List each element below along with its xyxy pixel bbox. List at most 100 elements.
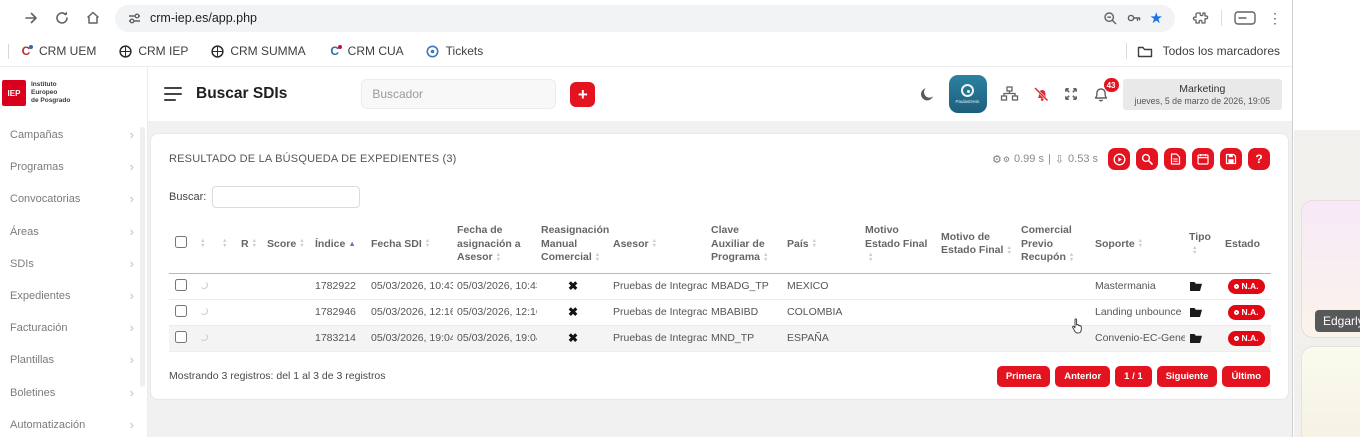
col-score[interactable]: Score xyxy=(263,218,311,273)
col-reasignacion[interactable]: Reasignación Manual Comercial xyxy=(537,218,609,273)
forward-icon[interactable] xyxy=(22,9,40,27)
side-panel: Edgarly xyxy=(1292,0,1360,437)
col-comercial-previo[interactable]: Comercial Previo Recupón xyxy=(1017,218,1091,273)
pending-status-icon xyxy=(200,333,208,341)
pagination-next-button[interactable]: Siguiente xyxy=(1157,366,1218,387)
chevron-right-icon xyxy=(130,190,134,208)
sidebar-item-programas[interactable]: Programas xyxy=(0,151,147,183)
col-soporte[interactable]: Soporte xyxy=(1091,218,1185,273)
bookmark-crm-iep[interactable]: CRM IEP xyxy=(118,44,188,58)
col-asesor[interactable]: Asesor xyxy=(609,218,707,273)
bookmark-star-icon[interactable]: ★ xyxy=(1150,9,1163,27)
profile-card-icon[interactable] xyxy=(1234,11,1256,25)
search-button[interactable] xyxy=(1136,148,1158,170)
sort-icon[interactable] xyxy=(200,239,205,249)
pagination-last-button[interactable]: Último xyxy=(1222,366,1270,387)
notifications-muted-icon[interactable] xyxy=(1032,86,1050,102)
col-motivo-de-estado[interactable]: Motivo de Estado Final xyxy=(937,218,1017,273)
pagination-first-button[interactable]: Primera xyxy=(997,366,1050,387)
open-folder-icon[interactable] xyxy=(1189,280,1217,292)
chevron-right-icon xyxy=(130,384,134,402)
indice-cell: 1782922 xyxy=(311,273,367,299)
url-text[interactable]: crm-iep.es/app.php xyxy=(150,11,257,25)
sort-icon xyxy=(425,239,430,249)
table-row[interactable]: 1782946 05/03/2026, 12:16 05/03/2026, 12… xyxy=(169,299,1271,325)
run-query-button[interactable] xyxy=(1108,148,1130,170)
iep-logo-mark: IEP xyxy=(2,80,26,106)
sidebar-item-campanas[interactable]: Campañas xyxy=(0,119,147,151)
side-card[interactable] xyxy=(1301,346,1360,437)
sidebar-item-automatizacion[interactable]: Automatización xyxy=(0,409,147,437)
pagination-current-page[interactable]: 1 / 1 xyxy=(1115,366,1152,387)
open-folder-icon[interactable] xyxy=(1189,332,1217,344)
sidebar-item-plantillas[interactable]: Plantillas xyxy=(0,344,147,376)
col-estado[interactable]: Estado xyxy=(1221,218,1271,273)
add-button[interactable]: + xyxy=(570,82,595,107)
bookmark-tickets[interactable]: Tickets xyxy=(426,44,484,58)
col-tipo[interactable]: Tipo xyxy=(1185,218,1221,273)
reload-icon[interactable] xyxy=(53,9,71,27)
chevron-right-icon xyxy=(130,158,134,176)
row-checkbox[interactable] xyxy=(175,331,187,343)
col-indice[interactable]: Índice▲ xyxy=(311,218,367,273)
sidebar-item-convocatorias[interactable]: Convocatorias xyxy=(0,183,147,215)
pagination-previous-button[interactable]: Anterior xyxy=(1055,366,1110,387)
sort-icon xyxy=(1138,239,1143,249)
results-filter-input[interactable] xyxy=(212,186,360,208)
col-motivo-estado[interactable]: Motivo Estado Final xyxy=(861,218,937,273)
site-settings-icon[interactable] xyxy=(127,11,142,26)
results-table: R Score Índice▲ Fecha SDI Fecha de asign… xyxy=(169,218,1271,352)
estado-badge[interactable]: N.A. xyxy=(1228,279,1265,294)
app-region: IEP Instituto Europeo de Posgrado Campañ… xyxy=(0,67,1292,437)
x-mark-icon: ✖ xyxy=(568,305,578,319)
col-pais[interactable]: País xyxy=(783,218,861,273)
open-folder-icon[interactable] xyxy=(1189,306,1217,318)
extensions-icon[interactable] xyxy=(1192,10,1209,27)
address-bar[interactable]: crm-iep.es/app.php ★ xyxy=(115,5,1175,32)
paulasdesk-app-icon[interactable]: PaulasDesk xyxy=(949,75,987,113)
help-button[interactable]: ? xyxy=(1248,148,1270,170)
crm-cua-favicon: C xyxy=(328,44,342,58)
record-dot-icon xyxy=(1234,284,1239,289)
sidebar-item-areas[interactable]: Áreas xyxy=(0,216,147,248)
select-all-checkbox[interactable] xyxy=(175,236,187,248)
calendar-button[interactable] xyxy=(1192,148,1214,170)
bookmark-crm-summa[interactable]: CRM SUMMA xyxy=(210,44,305,58)
row-checkbox[interactable] xyxy=(175,305,187,317)
col-r[interactable]: R xyxy=(237,218,263,273)
fullscreen-expand-icon[interactable] xyxy=(1063,86,1079,102)
sidebar-scrollbar[interactable] xyxy=(140,127,145,387)
x-mark-icon: ✖ xyxy=(568,331,578,345)
table-row[interactable]: 1783214 05/03/2026, 19:04 05/03/2026, 19… xyxy=(169,325,1271,351)
bookmark-crm-cua[interactable]: C CRM CUA xyxy=(328,44,404,58)
sidebar-item-boletines[interactable]: Boletines xyxy=(0,377,147,409)
sidebar-item-expedientes[interactable]: Expedientes xyxy=(0,280,147,312)
row-checkbox[interactable] xyxy=(175,279,187,291)
browser-menu-icon[interactable]: ⋮ xyxy=(1268,16,1282,21)
zoom-out-icon[interactable] xyxy=(1103,11,1118,26)
app-logo[interactable]: IEP Instituto Europeo de Posgrado xyxy=(0,67,147,119)
col-fecha-sdi[interactable]: Fecha SDI xyxy=(367,218,453,273)
sitemap-icon[interactable] xyxy=(1000,86,1019,102)
dark-mode-moon-icon[interactable] xyxy=(919,86,936,103)
save-button[interactable] xyxy=(1220,148,1242,170)
menu-toggle-icon[interactable] xyxy=(164,87,182,101)
col-fecha-asignacion[interactable]: Fecha de asignación a Asesor xyxy=(453,218,537,273)
password-key-icon[interactable] xyxy=(1126,10,1142,26)
global-search-input[interactable] xyxy=(361,79,556,109)
col-clave-auxiliar[interactable]: Clave Auxiliar de Programa xyxy=(707,218,783,273)
bookmark-crm-uem[interactable]: C CRM UEM xyxy=(19,44,96,58)
sort-icon[interactable] xyxy=(222,239,227,249)
filter-label: Buscar: xyxy=(169,191,206,203)
workspace-selector[interactable]: Marketing jueves, 5 de marzo de 2026, 19… xyxy=(1123,79,1282,110)
estado-badge[interactable]: N.A. xyxy=(1228,305,1265,320)
workspace-datetime: jueves, 5 de marzo de 2026, 19:05 xyxy=(1135,96,1270,106)
estado-badge[interactable]: N.A. xyxy=(1228,331,1265,346)
table-row[interactable]: 1782922 05/03/2026, 10:43 05/03/2026, 10… xyxy=(169,273,1271,299)
sidebar-item-facturacion[interactable]: Facturación xyxy=(0,312,147,344)
export-file-button[interactable] xyxy=(1164,148,1186,170)
all-bookmarks-label[interactable]: Todos los marcadores xyxy=(1163,44,1280,58)
sidebar-item-sdis[interactable]: SDIs xyxy=(0,248,147,280)
notifications-bell-icon[interactable]: 43 xyxy=(1092,85,1110,103)
home-icon[interactable] xyxy=(84,9,102,27)
